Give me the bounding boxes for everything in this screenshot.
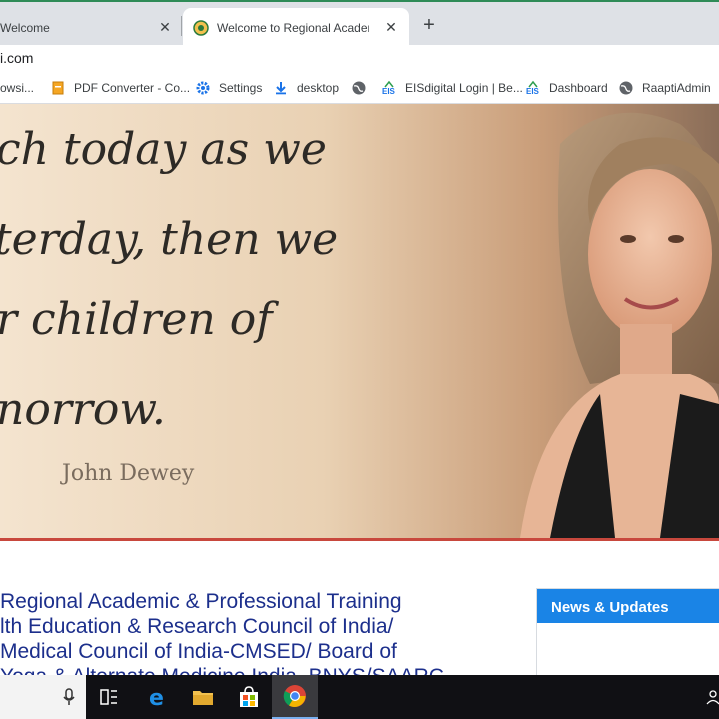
bookmark-browsing[interactable]: rowsi... <box>0 79 34 97</box>
bookmark-pdf-converter[interactable]: PDF Converter - Co... <box>50 79 190 97</box>
close-icon[interactable]: ✕ <box>383 19 399 35</box>
bookmark-label: desktop <box>297 81 340 95</box>
bookmark-dashboard[interactable]: EIS Dashboard <box>525 79 608 97</box>
tab-regional-academic[interactable]: Welcome to Regional Academic & ✕ <box>183 8 409 47</box>
title-line-3: Medical Council of India-CMSED/ Board of <box>0 640 397 663</box>
title-line-2: lth Education & Research Council of Indi… <box>0 615 394 638</box>
chrome-icon[interactable] <box>272 675 318 719</box>
edge-icon[interactable]: e <box>135 675 181 719</box>
main-content: Regional Academic & Professional Trainin… <box>0 541 719 675</box>
globe-icon <box>352 81 366 95</box>
bookmark-globe[interactable] <box>351 79 375 97</box>
people-icon[interactable] <box>706 689 719 705</box>
bookmark-label: Settings <box>219 81 263 95</box>
store-icon[interactable] <box>226 675 272 719</box>
globe-icon <box>619 81 633 95</box>
bookmark-label: Dashboard <box>549 81 608 95</box>
woman-photo <box>520 112 719 538</box>
tab-label: Welcome <box>0 20 50 35</box>
tab-separator <box>181 16 182 36</box>
tab-welcome[interactable]: Welcome ✕ <box>0 8 183 47</box>
svg-text:e: e <box>149 686 164 708</box>
title-line-4: Yoga & Alternate Medicine India, BNYS/SA… <box>0 664 520 675</box>
bookmark-eisdigital-login[interactable]: EIS EISdigital Login | Be... <box>381 79 523 97</box>
bookmark-label: PDF Converter - Co... <box>74 81 191 95</box>
quote-line-1: ch today as we <box>0 124 327 175</box>
gear-icon <box>196 81 210 95</box>
svg-text:EIS: EIS <box>526 87 540 96</box>
title-line-1: Regional Academic & Professional Trainin… <box>0 590 402 613</box>
bookmark-desktop[interactable]: desktop <box>273 79 339 97</box>
site-favicon-icon <box>193 19 209 36</box>
bookmark-raaptiadmin[interactable]: RaaptiAdmin <box>618 79 711 97</box>
address-bar[interactable]: i.com <box>0 45 719 72</box>
quote-line-3: r children of <box>0 294 273 345</box>
file-explorer-icon[interactable] <box>180 675 226 719</box>
new-tab-button[interactable]: + <box>418 14 440 36</box>
news-panel: News & Updates <box>536 588 719 675</box>
quote-author: John Dewey <box>62 461 195 486</box>
bookmark-settings[interactable]: Settings <box>195 79 262 97</box>
bookmark-label: rowsi... <box>0 81 35 95</box>
bookmarks-bar: rowsi... PDF Converter - Co... Settings … <box>0 72 719 104</box>
url-text: i.com <box>0 50 34 66</box>
tab-label: Welcome to Regional Academic & <box>217 20 369 35</box>
close-icon[interactable]: ✕ <box>157 19 173 35</box>
eis-icon: EIS <box>526 80 540 96</box>
task-view-icon[interactable] <box>86 675 132 719</box>
hero-banner: ch today as we terday, then we r childre… <box>0 104 719 538</box>
svg-text:EIS: EIS <box>382 87 396 96</box>
browser-tab-strip: Welcome ✕ Welcome to Regional Academic &… <box>0 0 719 47</box>
download-icon <box>276 82 286 95</box>
bookmark-label: EISdigital Login | Be... <box>405 81 523 95</box>
eis-icon: EIS <box>382 80 396 96</box>
pdf-converter-icon <box>52 81 64 95</box>
quote-line-4: norrow. <box>0 384 166 435</box>
news-heading: News & Updates <box>537 589 719 623</box>
quote-line-2: terday, then we <box>0 214 339 265</box>
page-title: Regional Academic & Professional Trainin… <box>0 589 520 675</box>
windows-taskbar: e <box>0 675 719 719</box>
bookmark-label: RaaptiAdmin <box>642 81 711 95</box>
